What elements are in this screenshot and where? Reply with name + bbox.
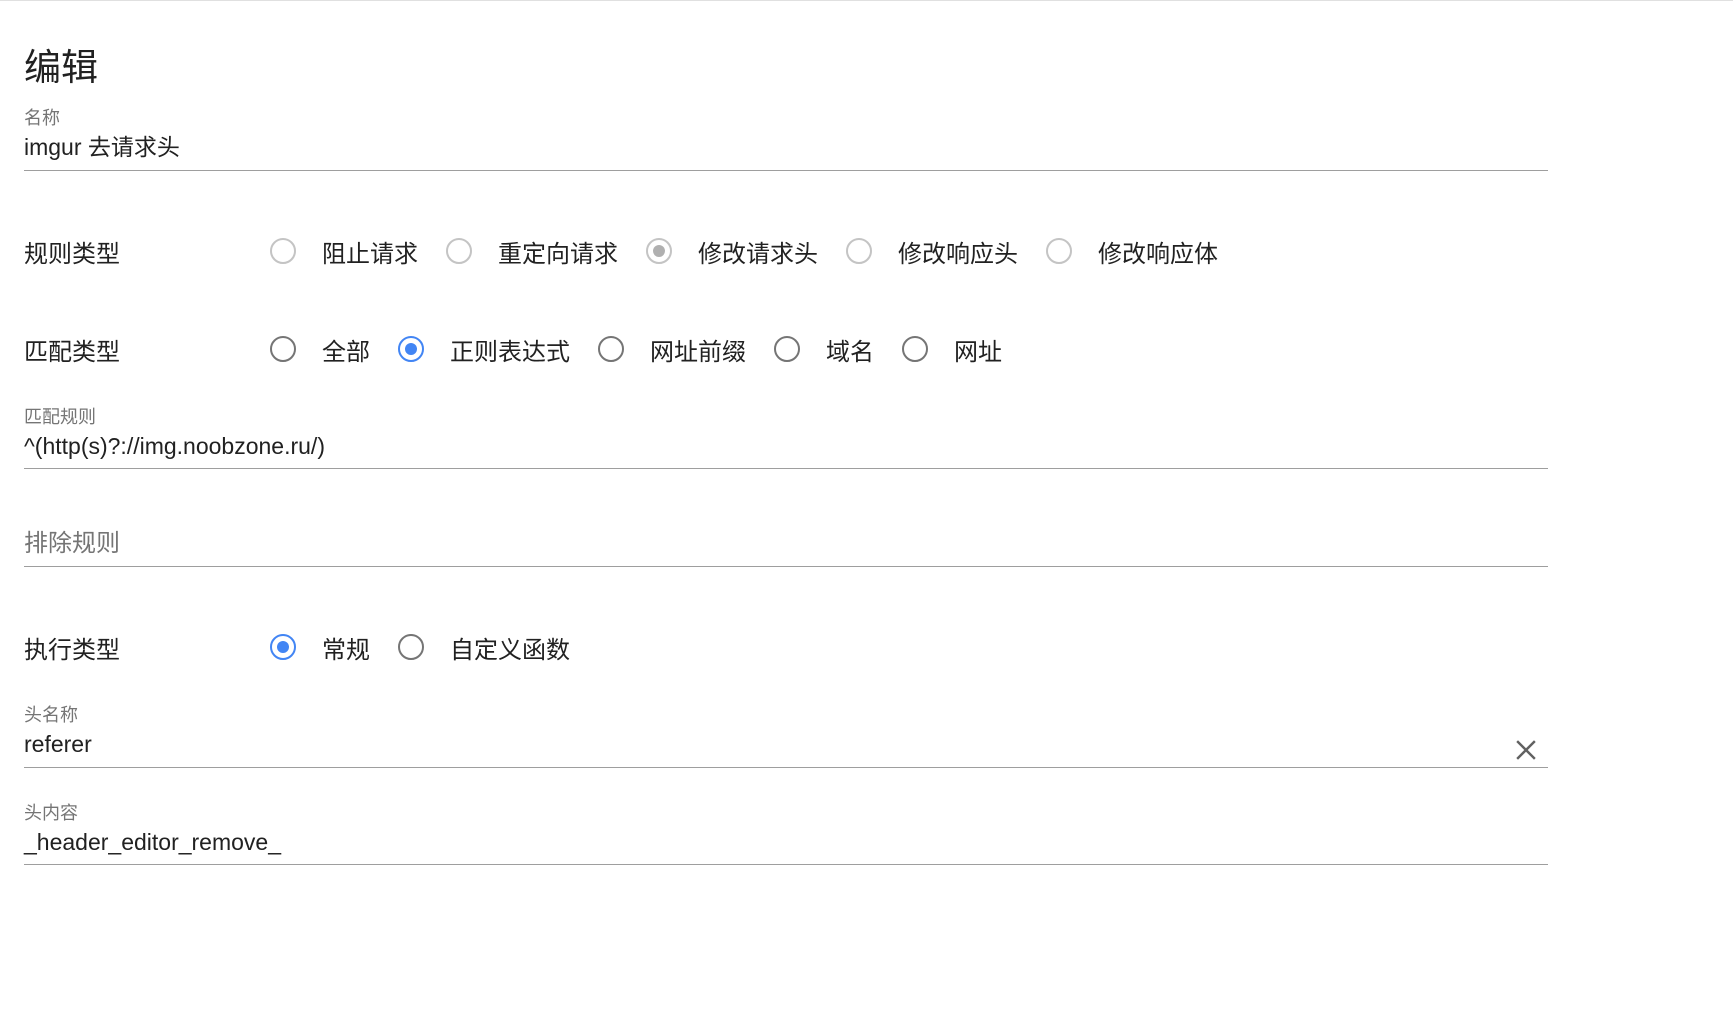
rule-type-option-modify-request-header[interactable]: 修改请求头 [646, 234, 818, 269]
match-type-label: 匹配类型 [24, 338, 120, 366]
exec-type-option-custom-function[interactable]: 自定义函数 [398, 630, 570, 665]
match-type-option-label: 网址前缀 [650, 338, 746, 366]
radio-checked-icon[interactable] [398, 336, 424, 362]
match-rule-field[interactable]: 匹配规则 ^(http(s)?://img.noobzone.ru/) [24, 406, 1548, 469]
name-field-label: 名称 [24, 108, 60, 128]
rule-type-option-label: 阻止请求 [322, 240, 418, 268]
radio-icon[interactable] [598, 336, 624, 362]
radio-icon[interactable] [774, 336, 800, 362]
rule-type-option-label: 修改请求头 [698, 240, 818, 268]
exec-type-option-normal[interactable]: 常规 [270, 630, 370, 665]
match-type-option-url[interactable]: 网址 [902, 332, 1002, 367]
radio-icon[interactable] [270, 336, 296, 362]
match-type-option-label: 域名 [826, 338, 874, 366]
match-type-option-prefix[interactable]: 网址前缀 [598, 332, 746, 367]
match-type-option-label: 全部 [322, 338, 370, 366]
radio-icon[interactable] [846, 238, 872, 264]
match-type-option-all[interactable]: 全部 [270, 332, 370, 367]
exclude-rule-input[interactable]: 排除规则 [24, 526, 1548, 562]
rule-type-label: 规则类型 [24, 240, 120, 268]
radio-icon[interactable] [1046, 238, 1072, 264]
exec-type-group: 执行类型 常规 自定义函数 [24, 627, 598, 667]
rule-type-option-label: 修改响应头 [898, 240, 1018, 268]
header-name-input[interactable]: referer [24, 726, 1548, 762]
rule-type-option-modify-response-body[interactable]: 修改响应体 [1046, 234, 1218, 269]
match-type-option-domain[interactable]: 域名 [774, 332, 874, 367]
match-type-option-regex[interactable]: 正则表达式 [398, 332, 570, 367]
exec-type-option-label: 常规 [322, 636, 370, 664]
match-type-group: 匹配类型 全部 正则表达式 网址前缀 域名 网址 [24, 329, 1030, 369]
radio-icon[interactable] [446, 238, 472, 264]
close-icon[interactable] [1514, 738, 1538, 762]
header-value-underline [24, 864, 1548, 865]
header-name-label: 头名称 [24, 705, 78, 725]
radio-checked-icon[interactable] [270, 634, 296, 660]
radio-checked-icon[interactable] [646, 238, 672, 264]
page-title: 编辑 [24, 47, 98, 88]
rule-type-option-redirect[interactable]: 重定向请求 [446, 234, 618, 269]
header-name-field[interactable]: 头名称 referer [24, 704, 1548, 768]
rule-type-option-label: 修改响应体 [1098, 240, 1218, 268]
name-input[interactable]: imgur 去请求头 [24, 129, 1548, 165]
match-type-option-label: 正则表达式 [450, 338, 570, 366]
radio-icon[interactable] [398, 634, 424, 660]
radio-icon[interactable] [902, 336, 928, 362]
radio-icon[interactable] [270, 238, 296, 264]
header-value-field[interactable]: 头内容 _header_editor_remove_ [24, 802, 1548, 865]
header-name-underline [24, 767, 1548, 768]
edit-rule-page: 编辑 名称 imgur 去请求头 规则类型 阻止请求 重定向请求 修改请求头 修… [0, 0, 1733, 1026]
name-underline [24, 170, 1548, 171]
exec-type-option-label: 自定义函数 [450, 636, 570, 664]
exclude-rule-field[interactable]: 排除规则 [24, 504, 1548, 567]
header-value-label: 头内容 [24, 803, 78, 823]
rule-type-group: 规则类型 阻止请求 重定向请求 修改请求头 修改响应头 修改响应体 [24, 231, 1246, 271]
header-value-input[interactable]: _header_editor_remove_ [24, 824, 1548, 860]
match-type-option-label: 网址 [954, 338, 1002, 366]
rule-type-option-block[interactable]: 阻止请求 [270, 234, 418, 269]
name-field[interactable]: 名称 imgur 去请求头 [24, 107, 1548, 171]
match-rule-label: 匹配规则 [24, 407, 96, 427]
match-rule-underline [24, 468, 1548, 469]
exec-type-label: 执行类型 [24, 636, 120, 664]
rule-type-option-modify-response-header[interactable]: 修改响应头 [846, 234, 1018, 269]
match-rule-input[interactable]: ^(http(s)?://img.noobzone.ru/) [24, 428, 1548, 464]
exclude-rule-underline [24, 566, 1548, 567]
rule-type-option-label: 重定向请求 [498, 240, 618, 268]
